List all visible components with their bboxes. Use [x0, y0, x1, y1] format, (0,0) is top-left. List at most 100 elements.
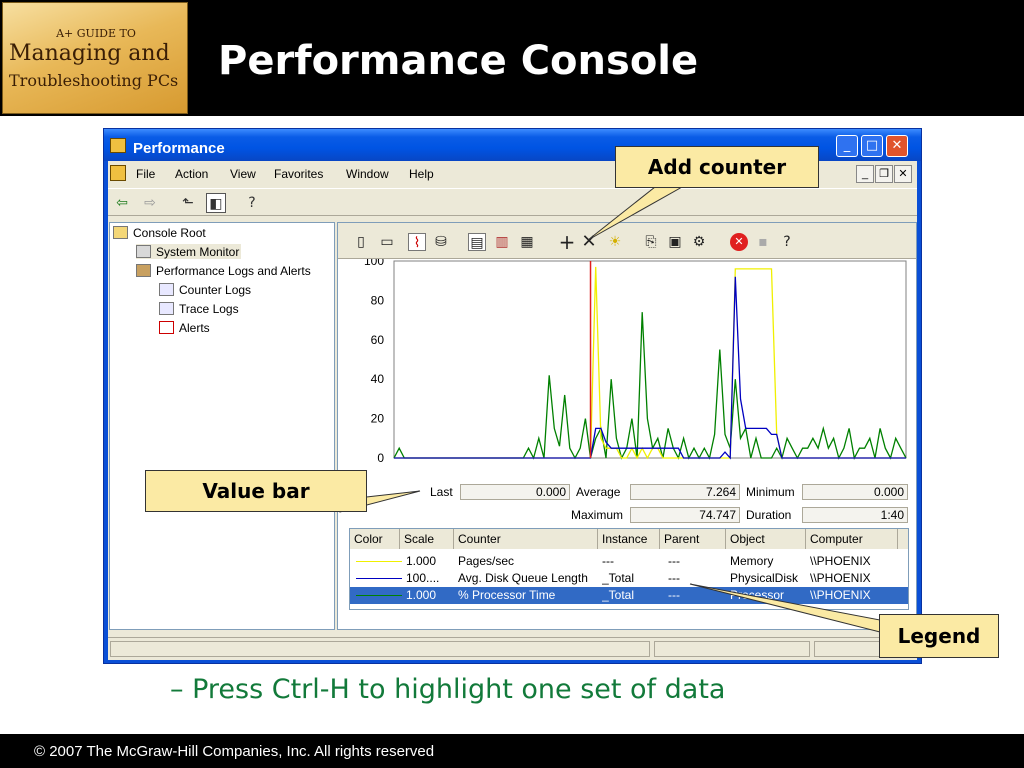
add-counter-icon[interactable]: + [558, 232, 576, 252]
slide-footer: © 2007 The McGraw-Hill Companies, Inc. A… [0, 734, 1024, 768]
view-report-icon[interactable]: ▦ [518, 233, 536, 251]
forward-arrow-icon[interactable]: ⇨ [140, 193, 160, 213]
view-current-activity-icon[interactable]: ⌇ [408, 233, 426, 251]
mdi-minimize-button[interactable]: _ [856, 165, 874, 183]
back-arrow-icon[interactable]: ⇦ [112, 193, 132, 213]
freeze-display-icon[interactable]: ✕ [730, 233, 748, 251]
logo-line-2: Managing and [9, 41, 170, 66]
paste-counter-list-icon[interactable]: ▣ [666, 233, 684, 251]
mdi-close-button[interactable]: ✕ [894, 165, 912, 183]
view-graph-icon[interactable]: ▤ [468, 233, 486, 251]
tree-item-label: Alerts [179, 320, 210, 335]
legend-col-computer[interactable]: Computer [806, 529, 898, 549]
menu-favorites[interactable]: Favorites [274, 167, 323, 181]
system-monitor-pane: ▯ ▭ ⌇ ⛁ ▤ ▥ ▦ + ✕ ☀ ⎘ ▣ ⚙ ✕ ▪ ? 0 20 40 60 8… [337, 222, 917, 630]
y-tick-label: 100 [364, 259, 384, 268]
menu-help[interactable]: Help [409, 167, 434, 181]
duration-value: 1:40 [802, 507, 908, 523]
legend-cell-instance: _Total [602, 588, 635, 602]
legend-cell-scale: 1.000 [406, 554, 437, 568]
last-value: 0.000 [460, 484, 570, 500]
close-button[interactable]: ✕ [886, 135, 908, 157]
clear-display-icon[interactable]: ▭ [378, 233, 396, 251]
y-tick-label: 20 [371, 412, 385, 426]
counter-log-icon [159, 283, 174, 297]
tree-item-trace-logs[interactable]: Trace Logs [159, 301, 239, 316]
legend-col-instance[interactable]: Instance [598, 529, 660, 549]
window-title: Performance [133, 140, 225, 157]
trace-log-icon [159, 302, 174, 316]
duration-label: Duration [746, 508, 792, 522]
logs-icon [136, 264, 151, 278]
legend-color-swatch [356, 561, 402, 562]
legend-row[interactable]: 1.000 % Processor Time _Total --- Processor \… [350, 587, 908, 604]
mdi-system-icon[interactable] [110, 165, 126, 181]
legend-cell-counter: Pages/sec [458, 554, 515, 568]
slide-header: A+ GUIDE TO Managing and Troubleshooting… [0, 0, 1024, 116]
tree-item-label: Performance Logs and Alerts [156, 263, 311, 278]
legend-cell-object: Processor [730, 588, 785, 602]
folder-icon [113, 226, 128, 240]
performance-app-icon[interactable] [110, 138, 126, 153]
legend-col-object[interactable]: Object [726, 529, 806, 549]
tree-item-console-root[interactable]: Console Root [113, 225, 206, 240]
legend-callout: Legend [879, 614, 999, 658]
legend-row[interactable]: 1.000 Pages/sec --- --- Memory \\PHOENIX [350, 553, 908, 570]
maximum-label: Maximum [571, 508, 624, 522]
legend-col-scale[interactable]: Scale [400, 529, 454, 549]
tree-item-system-monitor[interactable]: System Monitor [136, 244, 242, 259]
status-bar [108, 637, 917, 659]
help-icon[interactable]: ? [242, 193, 262, 213]
highlight-icon[interactable]: ☀ [606, 233, 624, 251]
y-tick-label: 60 [371, 333, 385, 347]
tree-item-counter-logs[interactable]: Counter Logs [159, 282, 251, 297]
tree-item-label: Console Root [133, 225, 206, 240]
menu-view[interactable]: View [230, 167, 256, 181]
alert-icon [159, 321, 174, 335]
sysmon-help-icon[interactable]: ? [778, 233, 796, 251]
y-tick-label: 80 [371, 293, 385, 307]
y-tick-label: 40 [371, 372, 385, 386]
legend-cell-computer: \\PHOENIX [810, 571, 871, 585]
new-counter-set-icon[interactable]: ▯ [352, 233, 370, 251]
legend-cell-object: PhysicalDisk [730, 571, 799, 585]
minimum-label: Minimum [746, 485, 795, 499]
average-value: 7.264 [630, 484, 740, 500]
add-counter-callout: Add counter [615, 146, 819, 188]
legend-cell-instance: _Total [602, 571, 635, 585]
performance-graph: 0 20 40 60 80 100 [364, 259, 907, 465]
minimize-button[interactable]: _ [836, 135, 858, 157]
tree-item-alerts[interactable]: Alerts [159, 320, 210, 335]
book-logo: A+ GUIDE TO Managing and Troubleshooting… [2, 2, 188, 114]
copy-properties-icon[interactable]: ⎘ [642, 233, 660, 251]
properties-icon[interactable]: ⚙ [690, 233, 708, 251]
legend-col-color[interactable]: Color [350, 529, 400, 549]
legend-color-swatch [356, 595, 402, 596]
view-histogram-icon[interactable]: ▥ [493, 233, 511, 251]
up-one-level-icon[interactable]: ⬑ [178, 193, 198, 213]
counter-legend: Color Scale Counter Instance Parent Obje… [349, 528, 909, 610]
legend-col-parent[interactable]: Parent [660, 529, 726, 549]
update-data-icon[interactable]: ▪ [754, 233, 772, 251]
legend-row[interactable]: 100.... Avg. Disk Queue Length _Total --- Ph… [350, 570, 908, 587]
legend-cell-scale: 100.... [406, 571, 440, 585]
menu-action[interactable]: Action [175, 167, 208, 181]
legend-cell-computer: \\PHOENIX [810, 554, 871, 568]
tree-item-performance-logs-and-alerts[interactable]: Performance Logs and Alerts [136, 263, 311, 278]
delete-counter-icon[interactable]: ✕ [580, 233, 598, 251]
show-hide-tree-icon[interactable]: ◧ [206, 193, 226, 213]
logo-line-3: Troubleshooting PCs [9, 71, 179, 90]
copyright-text: © 2007 The McGraw-Hill Companies, Inc. A… [34, 743, 435, 760]
value-bar-callout: Value bar [145, 470, 367, 512]
view-log-data-icon[interactable]: ⛁ [432, 233, 450, 251]
status-pane-2 [654, 641, 810, 657]
main-toolbar: ⇦ ⇨ ⬑ ◧ ? [108, 188, 917, 216]
legend-col-counter[interactable]: Counter [454, 529, 598, 549]
menu-window[interactable]: Window [346, 167, 389, 181]
menu-file[interactable]: File [136, 167, 155, 181]
last-label: Last [430, 485, 453, 499]
console-tree: Console Root System Monitor Performance … [109, 222, 335, 630]
legend-color-swatch [356, 578, 402, 579]
maximize-button[interactable]: □ [861, 135, 883, 157]
mdi-restore-button[interactable]: ❐ [875, 165, 893, 183]
